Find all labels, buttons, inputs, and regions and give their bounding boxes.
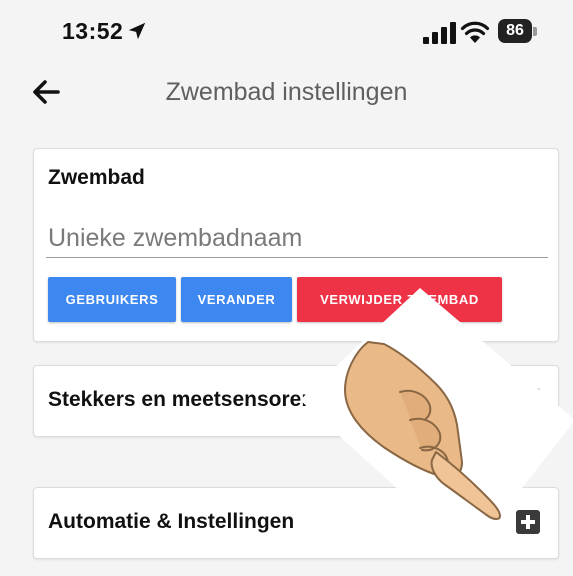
- signal-icon: [423, 22, 456, 44]
- pool-heading: Zwembad: [48, 166, 145, 189]
- automation-section[interactable]: Automatie & Instellingen: [33, 487, 559, 559]
- sensors-section[interactable]: Stekkers en meetsensoren: [33, 365, 559, 437]
- battery-tip: [533, 27, 537, 36]
- change-button[interactable]: VERANDER: [181, 277, 292, 322]
- pool-card: Zwembad GEBRUIKERS VERANDER VERWIJDER ZW…: [33, 148, 559, 342]
- automation-expand-plus-icon[interactable]: [516, 510, 540, 534]
- location-arrow-icon: [128, 22, 146, 40]
- battery-icon: 86: [498, 19, 540, 45]
- sensors-expand-plus-icon[interactable]: [516, 388, 540, 412]
- automation-heading: Automatie & Instellingen: [48, 510, 295, 533]
- wifi-icon: [460, 21, 490, 43]
- sensors-heading: Stekkers en meetsensoren: [48, 388, 315, 411]
- users-button[interactable]: GEBRUIKERS: [48, 277, 176, 322]
- status-time: 13:52: [62, 18, 124, 44]
- delete-pool-button[interactable]: VERWIJDER ZWEMBAD: [297, 277, 502, 322]
- pool-name-input[interactable]: [46, 219, 548, 258]
- page-title: Zwembad instellingen: [165, 78, 408, 106]
- status-bar: 13:52 86: [0, 0, 573, 64]
- battery-level: 86: [498, 19, 532, 43]
- nav-bar: Zwembad instellingen: [0, 64, 573, 124]
